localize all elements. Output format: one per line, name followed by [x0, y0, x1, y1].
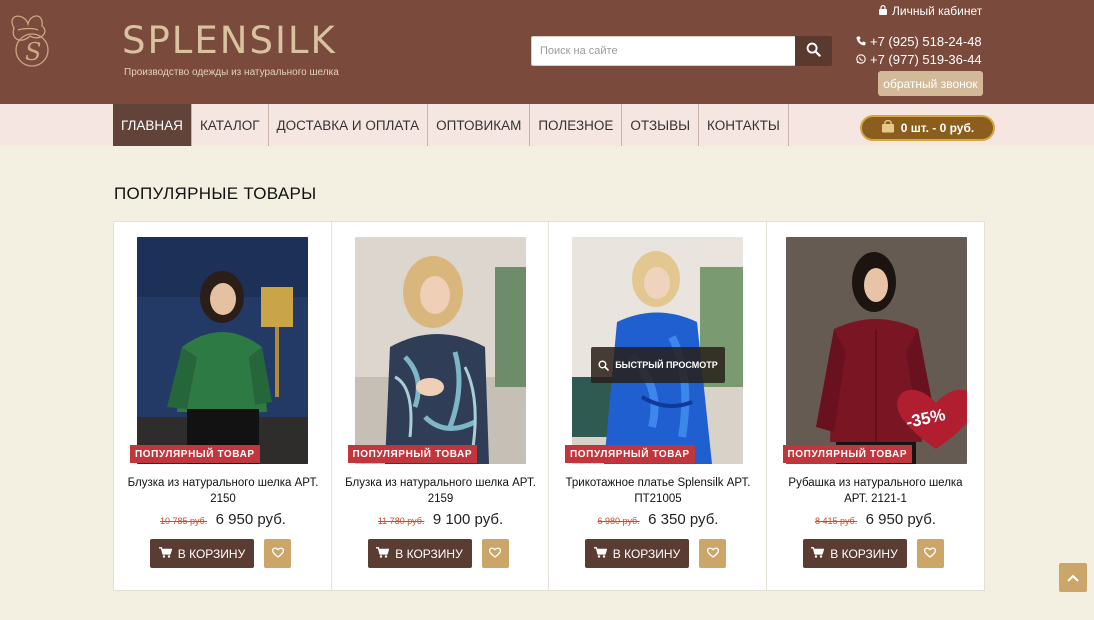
favorite-button[interactable]: [916, 539, 944, 568]
nav-item-wholesale[interactable]: ОПТОВИКАМ: [428, 104, 531, 146]
nav-item-reviews[interactable]: ОТЗЫВЫ: [622, 104, 700, 146]
product-grid: ПОПУЛЯРНЫЙ ТОВАР Блузка из натурального …: [113, 221, 985, 591]
search-input[interactable]: [531, 36, 795, 66]
svg-text:S: S: [25, 38, 41, 66]
account-link[interactable]: Личный кабинет: [879, 4, 982, 18]
popular-badge: ПОПУЛЯРНЫЙ ТОВАР: [782, 445, 913, 463]
whatsapp-icon: [856, 52, 866, 67]
price-row: 8 415 руб. 6 950 руб.: [767, 511, 985, 529]
product-card[interactable]: БЫСТРЫЙ ПРОСМОТР ПОПУЛЯРНЫЙ ТОВАР Трикот…: [549, 222, 767, 590]
main-navigation: ГЛАВНАЯ КАТАЛОГ ДОСТАВКА И ОПЛАТА ОПТОВИ…: [0, 104, 1094, 146]
add-to-cart-button[interactable]: В КОРЗИНУ: [150, 539, 254, 568]
add-to-cart-label: В КОРЗИНУ: [830, 546, 898, 561]
product-image[interactable]: [137, 237, 308, 464]
brand-name[interactable]: SPLENSILK: [122, 22, 337, 59]
site-header: S SPLENSILK Производство одежды из натур…: [0, 0, 1094, 104]
section-title: ПОПУЛЯРНЫЕ ТОВАРЫ: [114, 184, 317, 203]
heart-icon: [488, 546, 502, 561]
lock-icon: [879, 4, 887, 18]
product-image[interactable]: [354, 237, 526, 464]
current-price: 6 950 руб.: [865, 511, 936, 528]
add-to-cart-label: В КОРЗИНУ: [612, 546, 681, 561]
favorite-button[interactable]: [481, 539, 509, 568]
search-bar: [531, 36, 832, 66]
phone-2[interactable]: +7 (977) 519-36-44: [856, 52, 982, 67]
quick-view-button[interactable]: БЫСТРЫЙ ПРОСМОТР: [591, 347, 725, 383]
current-price: 9 100 руб.: [432, 511, 504, 528]
product-card[interactable]: -35% ПОПУЛЯРНЫЙ ТОВАР Рубашка из натурал…: [767, 222, 985, 590]
popular-badge: ПОПУЛЯРНЫЙ ТОВАР: [347, 445, 478, 463]
product-name[interactable]: Блузка из натурального шелка АРТ. 2159: [342, 476, 540, 507]
current-price: 6 350 руб.: [648, 511, 719, 528]
nav-item-useful[interactable]: ПОЛЕЗНОЕ: [530, 104, 623, 146]
cart-icon: [158, 546, 173, 561]
brand-tagline: Производство одежды из натурального шелк…: [124, 67, 339, 78]
cart-summary: 0 шт. - 0 руб.: [900, 121, 975, 135]
cart-icon: [811, 546, 825, 561]
old-price: 6 980 руб.: [597, 516, 640, 526]
arrow-up-icon: [1067, 569, 1079, 587]
old-price: 10 785 руб.: [160, 516, 208, 526]
price-row: 11 780 руб. 9 100 руб.: [332, 511, 550, 529]
product-image[interactable]: -35%: [785, 237, 967, 464]
favorite-button[interactable]: [264, 539, 291, 568]
old-price: 11 780 руб.: [377, 516, 425, 526]
phone-2-number: +7 (977) 519-36-44: [870, 52, 982, 67]
popular-badge: ПОПУЛЯРНЫЙ ТОВАР: [565, 445, 695, 463]
favorite-button[interactable]: [699, 539, 726, 568]
heart-icon: [706, 546, 719, 561]
cart-icon: [376, 546, 390, 561]
nav-item-contacts[interactable]: КОНТАКТЫ: [699, 104, 789, 146]
search-icon: [598, 359, 609, 371]
cart-icon: [593, 546, 608, 561]
heart-icon: [923, 546, 937, 561]
nav-item-catalog[interactable]: КАТАЛОГ: [192, 104, 269, 146]
search-icon: [806, 42, 821, 60]
phone-icon: [856, 34, 866, 49]
nav-item-delivery[interactable]: ДОСТАВКА И ОПЛАТА: [269, 104, 429, 146]
product-card[interactable]: ПОПУЛЯРНЫЙ ТОВАР Блузка из натурального …: [332, 222, 550, 590]
price-row: 6 980 руб. 6 350 руб.: [549, 511, 767, 529]
current-price: 6 950 руб.: [215, 511, 286, 528]
scroll-to-top-button[interactable]: [1059, 563, 1087, 592]
cart-button[interactable]: 0 шт. - 0 руб.: [860, 115, 995, 141]
add-to-cart-label: В КОРЗИНУ: [177, 546, 246, 561]
logo-emblem[interactable]: S: [4, 8, 56, 74]
add-to-cart-button[interactable]: В КОРЗИНУ: [367, 539, 472, 568]
product-name[interactable]: Блузка из натурального шелка АРТ. 2150: [124, 476, 322, 507]
account-label: Личный кабинет: [892, 4, 983, 18]
product-image[interactable]: БЫСТРЫЙ ПРОСМОТР: [572, 237, 743, 464]
quick-view-label: БЫСТРЫЙ ПРОСМОТР: [615, 360, 718, 370]
price-row: 10 785 руб. 6 950 руб.: [114, 511, 332, 529]
nav-menu: ГЛАВНАЯ КАТАЛОГ ДОСТАВКА И ОПЛАТА ОПТОВИ…: [113, 104, 789, 146]
add-to-cart-label: В КОРЗИНУ: [395, 546, 463, 561]
nav-item-home[interactable]: ГЛАВНАЯ: [113, 104, 192, 146]
basket-icon: [881, 119, 895, 136]
add-to-cart-button[interactable]: В КОРЗИНУ: [585, 539, 689, 568]
product-name[interactable]: Трикотажное платье Splensilk АРТ. ПТ2100…: [559, 476, 757, 507]
product-name[interactable]: Рубашка из натурального шелка АРТ. 2121-…: [777, 476, 975, 507]
old-price: 8 415 руб.: [815, 516, 858, 526]
search-button[interactable]: [795, 36, 832, 66]
phone-1[interactable]: +7 (925) 518-24-48: [856, 34, 982, 49]
heart-icon: [271, 546, 284, 561]
add-to-cart-button[interactable]: В КОРЗИНУ: [802, 539, 907, 568]
callback-button[interactable]: обратный звонок: [878, 71, 983, 96]
popular-badge: ПОПУЛЯРНЫЙ ТОВАР: [130, 445, 260, 463]
phone-1-number: +7 (925) 518-24-48: [870, 34, 982, 49]
product-card[interactable]: ПОПУЛЯРНЫЙ ТОВАР Блузка из натурального …: [114, 222, 332, 590]
